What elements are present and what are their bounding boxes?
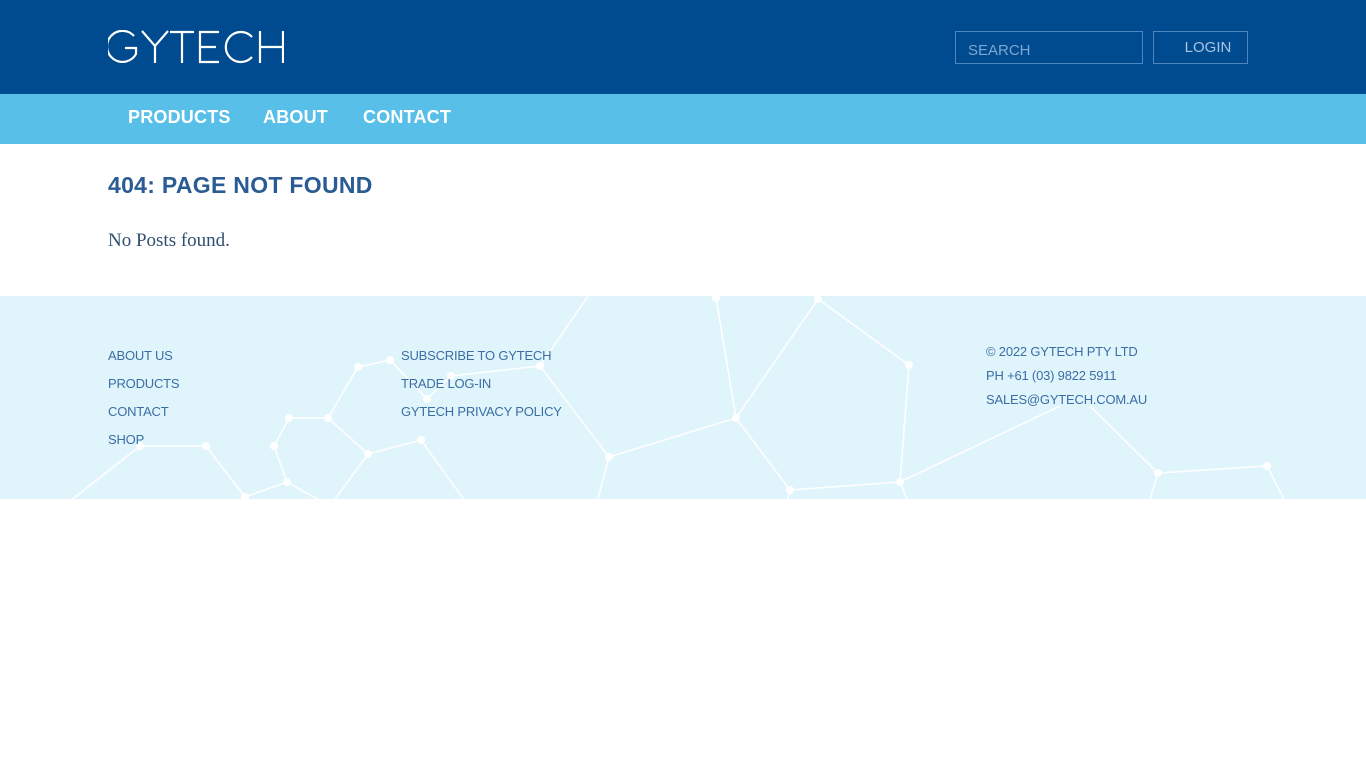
- footer-link-contact[interactable]: CONTACT: [108, 404, 169, 419]
- site-header: LOGIN: [0, 0, 1366, 94]
- footer-link-privacy-policy[interactable]: GYTECH PRIVACY POLICY: [401, 404, 562, 419]
- footer-link-products[interactable]: PRODUCTS: [108, 376, 180, 391]
- footer-phone: PH +61 (03) 9822 5911: [986, 368, 1117, 383]
- page-title: 404: PAGE NOT FOUND: [108, 172, 373, 198]
- network-pattern-decoration: [71, 296, 1285, 499]
- search-input[interactable]: [955, 31, 1143, 64]
- main-nav: PRODUCTS ABOUT CONTACT: [0, 94, 1366, 144]
- footer-link-about-us[interactable]: ABOUT US: [108, 348, 173, 363]
- nav-item-about[interactable]: ABOUT: [263, 94, 328, 144]
- footer-link-trade-login[interactable]: TRADE LOG-IN: [401, 376, 491, 391]
- footer-copyright: © 2022 GYTECH PTY LTD: [986, 344, 1138, 359]
- no-posts-message: No Posts found.: [108, 230, 230, 251]
- nav-item-products[interactable]: PRODUCTS: [128, 94, 231, 144]
- footer-email-link[interactable]: SALES@GYTECH.COM.AU: [986, 392, 1147, 407]
- footer-link-shop[interactable]: SHOP: [108, 432, 144, 447]
- gytech-logo[interactable]: [108, 30, 284, 64]
- site-footer: ABOUT US PRODUCTS CONTACT SHOP SUBSCRIBE…: [0, 296, 1366, 499]
- login-button[interactable]: LOGIN: [1153, 31, 1248, 64]
- footer-link-subscribe[interactable]: SUBSCRIBE TO GYTECH: [401, 348, 552, 363]
- nav-item-contact[interactable]: CONTACT: [363, 94, 451, 144]
